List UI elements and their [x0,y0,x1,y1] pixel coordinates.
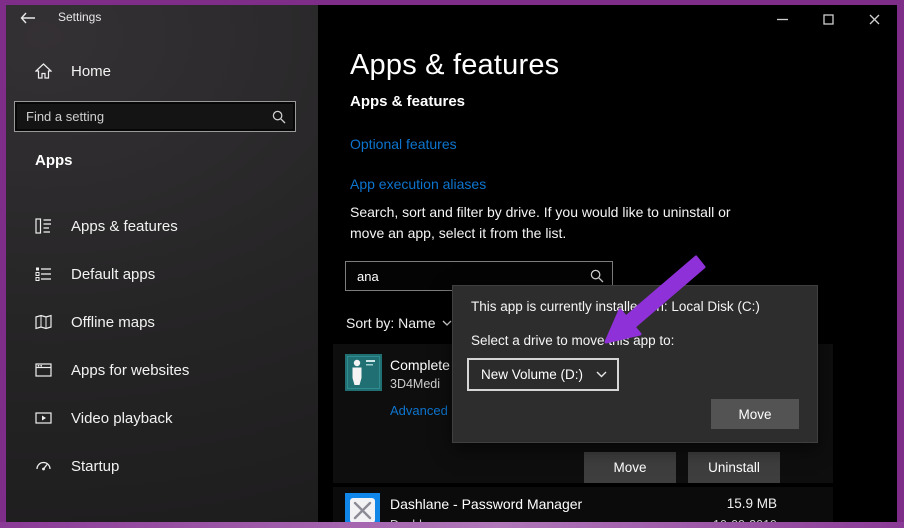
dashlane-app-icon [345,493,380,522]
app-publisher: Dashlane [390,518,443,522]
installed-on-text: This app is currently installed on: Loca… [471,299,760,314]
close-button[interactable] [851,5,897,33]
apps-for-websites-icon [35,362,52,379]
description-text: Search, sort and filter by drive. If you… [350,204,731,241]
screenshot-frame: Settings Home Apps Apps & features [0,0,904,528]
apps-features-icon [35,218,52,235]
drive-selected-value: New Volume (D:) [481,367,584,382]
minimize-icon [776,18,788,20]
dialog-move-button[interactable]: Move [711,399,799,429]
sidebar-section-apps: Apps [35,152,73,169]
close-icon [869,14,879,24]
back-button[interactable] [16,8,40,28]
app-name: Dashlane - Password Manager [390,496,583,512]
drive-select-dropdown[interactable]: New Volume (D:) [467,358,619,391]
advanced-options-link[interactable]: Advanced [390,403,448,418]
app-name: Complete [390,357,450,373]
settings-search-box[interactable] [14,101,296,132]
offline-maps-icon [35,314,52,331]
app-size: 15.9 MB [726,496,777,511]
sidebar-item-video-playback[interactable]: Video playback [6,400,318,436]
sidebar-item-label: Startup [71,457,120,475]
sidebar-item-home[interactable]: Home [6,53,318,89]
sidebar-item-label: Apps for websites [71,361,190,379]
video-playback-icon [35,410,52,427]
section-title: Apps & features [350,93,466,110]
settings-search-input[interactable] [15,109,272,124]
sort-by-label: Sort by: Name [346,315,436,331]
maximize-button[interactable] [805,5,851,33]
app-execution-aliases-link[interactable]: App execution aliases [350,176,486,192]
sidebar-item-label: Home [71,62,112,80]
chevron-down-icon [442,320,452,326]
search-icon[interactable] [590,269,604,283]
back-arrow-icon [20,12,36,24]
default-apps-icon [35,266,52,283]
app-row-actions: Move Uninstall [584,452,780,483]
sidebar: Settings Home Apps Apps & features [6,5,318,522]
sidebar-item-label: Apps & features [71,217,178,235]
minimize-button[interactable] [759,5,805,33]
window-title: Settings [58,10,102,24]
select-drive-text: Select a drive to move this app to: [471,333,675,348]
sidebar-item-offline-maps[interactable]: Offline maps [6,304,318,340]
complete-anatomy-app-icon [345,354,382,391]
sidebar-item-label: Default apps [71,265,156,283]
sidebar-item-label: Offline maps [71,313,155,331]
main-content: Apps & features Apps & features Optional… [318,5,897,522]
uninstall-button[interactable]: Uninstall [688,452,780,483]
chevron-down-icon [596,371,607,378]
sidebar-item-label: Video playback [71,409,173,427]
sidebar-item-apps-features[interactable]: Apps & features [6,208,318,244]
search-icon[interactable] [272,110,286,124]
startup-icon [35,458,52,475]
optional-features-link[interactable]: Optional features [350,136,457,152]
settings-window: Settings Home Apps Apps & features [6,5,897,522]
move-app-flyout: This app is currently installed on: Loca… [452,285,818,443]
sort-by-dropdown[interactable]: Sort by: Name [346,315,452,331]
app-filter-input[interactable] [346,268,590,284]
maximize-icon [822,13,834,25]
sidebar-item-apps-for-websites[interactable]: Apps for websites [6,352,318,388]
sidebar-item-default-apps[interactable]: Default apps [6,256,318,292]
app-row-dashlane[interactable]: Dashlane - Password Manager Dashlane 15.… [333,487,833,522]
move-button[interactable]: Move [584,452,676,483]
app-publisher: 3D4Medi [390,377,441,391]
sidebar-item-startup[interactable]: Startup [6,448,318,484]
page-title: Apps & features [350,49,560,81]
home-icon [35,63,52,80]
window-controls [759,5,897,33]
app-install-date: 10-09-2019 [713,518,777,522]
